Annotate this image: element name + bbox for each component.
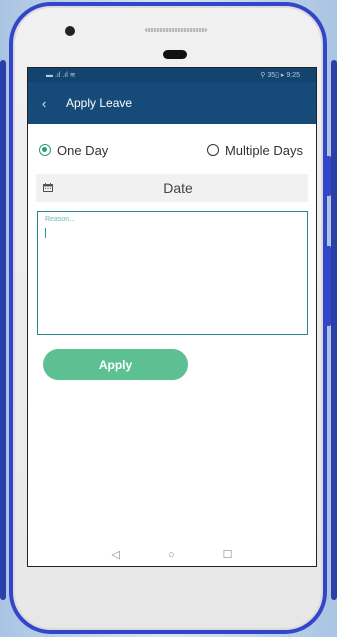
radio-multiple-days-label: Multiple Days	[224, 142, 303, 158]
power-button	[326, 246, 331, 326]
leave-type-selector: One Day Multiple Days	[28, 126, 316, 174]
status-bar: ▬ .ıl .ıl ≋ ⚲ 35▯ ▸ 9:25	[28, 68, 316, 82]
adjacent-phone-edge-right	[331, 60, 337, 600]
radio-checked-icon[interactable]	[39, 144, 51, 156]
status-left-icons: ▬ .ıl .ıl ≋	[46, 72, 76, 79]
front-camera	[65, 26, 75, 36]
app-bar: ‹ Apply Leave	[28, 82, 316, 124]
radio-one-day[interactable]: One Day	[39, 143, 108, 158]
earpiece	[163, 50, 187, 59]
nav-back-icon[interactable]: ◁	[112, 549, 120, 561]
calendar-icon	[43, 183, 53, 192]
radio-multiple-days[interactable]: Multiple Days	[206, 142, 303, 158]
nav-recents-icon[interactable]: ☐	[223, 549, 233, 561]
reason-box	[37, 211, 308, 335]
date-label: Date	[163, 180, 193, 196]
apply-button[interactable]: Apply	[43, 349, 188, 380]
nav-home-icon[interactable]: ○	[168, 549, 175, 561]
reason-input[interactable]	[38, 212, 307, 334]
back-arrow-icon[interactable]: ‹	[42, 96, 60, 111]
page-title: Apply Leave	[66, 96, 133, 110]
status-right-info: ⚲ 35▯ ▸ 9:25	[260, 72, 300, 79]
speaker-grill	[145, 28, 207, 32]
radio-unchecked-icon[interactable]	[206, 144, 219, 156]
phone-frame: ▬ .ıl .ıl ≋ ⚲ 35▯ ▸ 9:25 ‹ Apply Leave O…	[9, 2, 331, 634]
text-cursor	[45, 228, 46, 238]
volume-button	[326, 156, 331, 196]
app-screen: ▬ .ıl .ıl ≋ ⚲ 35▯ ▸ 9:25 ‹ Apply Leave O…	[27, 67, 317, 567]
date-picker-field[interactable]: Date	[36, 174, 308, 202]
system-nav-bar: ◁ ○ ☐	[28, 544, 316, 566]
radio-one-day-label: One Day	[57, 142, 109, 158]
adjacent-phone-edge-left	[0, 60, 6, 600]
